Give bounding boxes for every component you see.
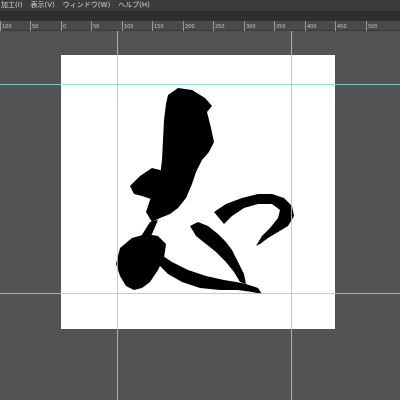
- menu-item-help[interactable]: ヘルプ(H): [118, 0, 150, 11]
- horizontal-guide[interactable]: [0, 84, 400, 85]
- document-tab-strip: [0, 11, 400, 21]
- menu-item-process[interactable]: 加工(I): [1, 0, 23, 11]
- ruler-tick-label: 100: [2, 24, 12, 30]
- menu-item-window[interactable]: ウィンドウ(W): [63, 0, 110, 11]
- ruler-tick-label: 500: [368, 24, 378, 30]
- ruler-tick-label: 100: [124, 24, 134, 30]
- ruler-tick-label: 300: [246, 24, 256, 30]
- ruler-tick-label: 150: [154, 24, 164, 30]
- ruler-tick-label: 200: [185, 24, 195, 30]
- ruler-tick-label: 0: [63, 24, 66, 30]
- menu-bar: 加工(I) 表示(V) ウィンドウ(W) ヘルプ(H): [0, 0, 400, 11]
- vertical-guide[interactable]: [291, 31, 292, 400]
- horizontal-guide[interactable]: [0, 293, 400, 294]
- ruler-tick-label: 350: [276, 24, 286, 30]
- ruler-tick-label: 250: [215, 24, 225, 30]
- ruler-tick-label: 450: [337, 24, 347, 30]
- document-canvas[interactable]: [61, 55, 335, 329]
- ruler-svg: 100 50 0 50 100 150 200 250 300 350 400 …: [0, 21, 378, 31]
- ruler-tick-label: 400: [307, 24, 317, 30]
- menu-item-view[interactable]: 表示(V): [31, 0, 55, 11]
- vertical-guide[interactable]: [117, 31, 118, 400]
- horizontal-ruler[interactable]: 100 50 0 50 100 150 200 250 300 350 400 …: [0, 21, 400, 31]
- ruler-tick-label: 50: [32, 24, 38, 30]
- ruler-tick-label: 50: [93, 24, 99, 30]
